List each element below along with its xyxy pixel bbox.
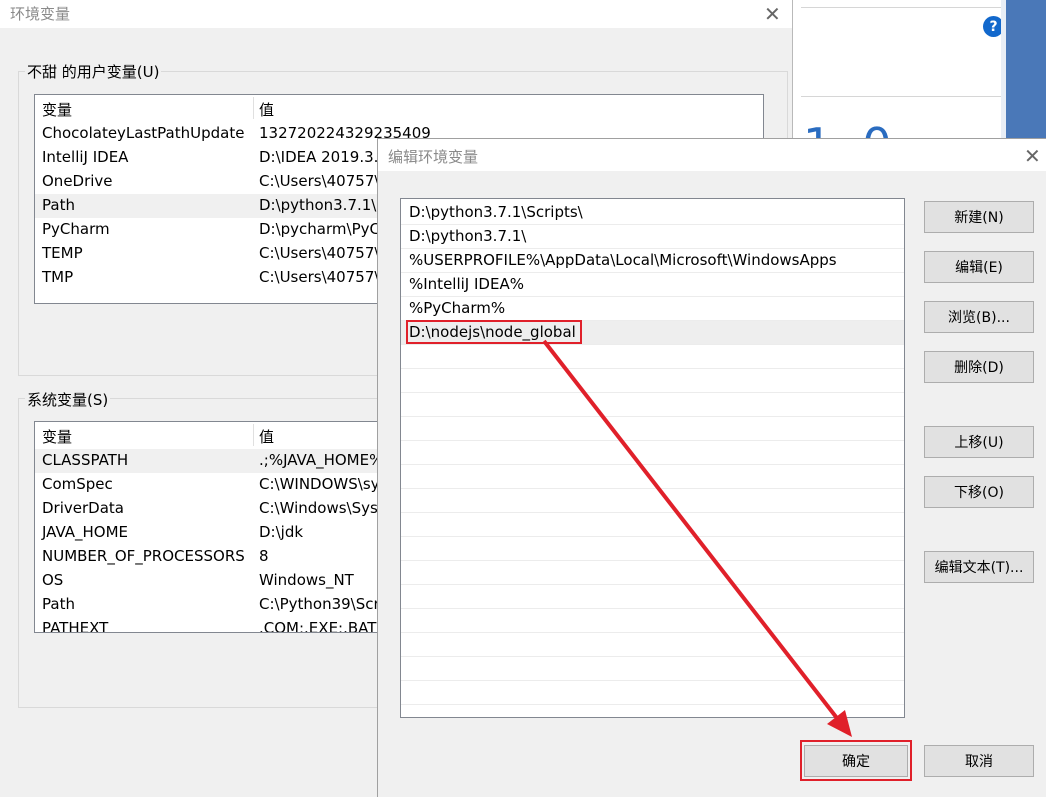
variable-name: DriverData bbox=[42, 499, 124, 517]
empty-list-row bbox=[401, 537, 904, 561]
titlebar: 环境变量 ✕ bbox=[0, 0, 792, 28]
column-separator[interactable] bbox=[253, 424, 254, 446]
variable-name: TMP bbox=[42, 268, 74, 286]
edit-button[interactable]: 编辑(E) bbox=[924, 251, 1034, 283]
variable-name: NUMBER_OF_PROCESSORS bbox=[42, 547, 245, 565]
background-divider bbox=[801, 96, 1007, 97]
variable-name: Path bbox=[42, 595, 75, 613]
empty-list-row bbox=[401, 345, 904, 369]
list-item[interactable]: D:\python3.7.1\Scripts\ bbox=[401, 201, 904, 225]
list-item[interactable]: %USERPROFILE%\AppData\Local\Microsoft\Wi… bbox=[401, 249, 904, 273]
variable-name: TEMP bbox=[42, 244, 83, 262]
variable-value: C:\Windows\Sys bbox=[259, 499, 378, 517]
variable-value: D:\jdk bbox=[259, 523, 304, 541]
list-item[interactable]: D:\python3.7.1\ bbox=[401, 225, 904, 249]
variable-name: Path bbox=[42, 196, 75, 214]
empty-list-row bbox=[401, 465, 904, 489]
dialog-title: 环境变量 bbox=[10, 5, 71, 23]
variable-value: Windows_NT bbox=[259, 571, 354, 589]
edit-environment-variable-dialog: 编辑环境变量 ✕ D:\python3.7.1\Scripts\ D:\pyth… bbox=[377, 138, 1046, 797]
empty-list-row bbox=[401, 609, 904, 633]
empty-list-row bbox=[401, 657, 904, 681]
empty-list-row bbox=[401, 489, 904, 513]
variable-name: JAVA_HOME bbox=[42, 523, 129, 541]
variable-value: C:\Users\40757\ bbox=[259, 172, 380, 190]
close-icon[interactable]: ✕ bbox=[764, 2, 781, 26]
user-variables-label: 不甜 的用户变量(U) bbox=[25, 61, 162, 82]
variable-value: D:\pycharm\PyC bbox=[259, 220, 380, 238]
list-item[interactable]: %PyCharm% bbox=[401, 297, 904, 321]
list-item[interactable]: %IntelliJ IDEA% bbox=[401, 273, 904, 297]
variable-name: OS bbox=[42, 571, 64, 589]
variable-value: D:\python3.7.1\S bbox=[259, 196, 386, 214]
variable-value: C:\WINDOWS\sy bbox=[259, 475, 380, 493]
column-header-variable[interactable]: 变量 bbox=[42, 426, 72, 447]
background-divider bbox=[801, 0, 1007, 8]
dialog-title: 编辑环境变量 bbox=[388, 148, 479, 166]
empty-list-row bbox=[401, 393, 904, 417]
path-list[interactable]: D:\python3.7.1\Scripts\ D:\python3.7.1\ … bbox=[400, 198, 905, 718]
empty-list-row bbox=[401, 369, 904, 393]
empty-list-row bbox=[401, 633, 904, 657]
variable-name: OneDrive bbox=[42, 172, 113, 190]
delete-button[interactable]: 删除(D) bbox=[924, 351, 1034, 383]
system-variables-label: 系统变量(S) bbox=[25, 389, 111, 410]
variable-name: PATHEXT bbox=[42, 619, 109, 633]
variable-name: PyCharm bbox=[42, 220, 110, 238]
variable-value: D:\IDEA 2019.3.3 bbox=[259, 148, 388, 166]
ok-button-annotation bbox=[800, 740, 912, 781]
move-up-button[interactable]: 上移(U) bbox=[924, 426, 1034, 458]
list-header: 变量 值 bbox=[35, 95, 763, 121]
empty-list-row bbox=[401, 585, 904, 609]
variable-value: C:\Users\40757\ bbox=[259, 268, 380, 286]
empty-list-row bbox=[401, 561, 904, 585]
variable-value: 8 bbox=[259, 547, 269, 565]
column-header-variable[interactable]: 变量 bbox=[42, 99, 72, 120]
variable-name: ComSpec bbox=[42, 475, 113, 493]
move-down-button[interactable]: 下移(O) bbox=[924, 476, 1034, 508]
browse-button[interactable]: 浏览(B)... bbox=[924, 301, 1034, 333]
empty-list-row bbox=[401, 681, 904, 705]
edit-text-button[interactable]: 编辑文本(T)... bbox=[924, 551, 1034, 583]
list-item-selected[interactable]: D:\nodejs\node_global bbox=[401, 320, 904, 345]
variable-name: ChocolateyLastPathUpdate bbox=[42, 124, 245, 142]
close-icon[interactable]: ✕ bbox=[1024, 144, 1041, 168]
titlebar: 编辑环境变量 ✕ bbox=[378, 139, 1046, 171]
variable-value: .;%JAVA_HOME% bbox=[259, 451, 384, 469]
cancel-button[interactable]: 取消 bbox=[924, 745, 1034, 777]
column-header-value[interactable]: 值 bbox=[259, 426, 274, 447]
variable-value: C:\Python39\Scr bbox=[259, 595, 380, 613]
variable-name: IntelliJ IDEA bbox=[42, 148, 129, 166]
highlighted-path-text: D:\nodejs\node_global bbox=[406, 320, 582, 344]
new-button[interactable]: 新建(N) bbox=[924, 201, 1034, 233]
empty-list-row bbox=[401, 513, 904, 537]
column-header-value[interactable]: 值 bbox=[259, 99, 274, 120]
variable-value: .COM;.EXE;.BAT; bbox=[259, 619, 382, 633]
empty-list-row bbox=[401, 441, 904, 465]
empty-list-row bbox=[401, 417, 904, 441]
variable-name: CLASSPATH bbox=[42, 451, 129, 469]
variable-value: C:\Users\40757\ bbox=[259, 244, 380, 262]
column-separator[interactable] bbox=[253, 97, 254, 119]
